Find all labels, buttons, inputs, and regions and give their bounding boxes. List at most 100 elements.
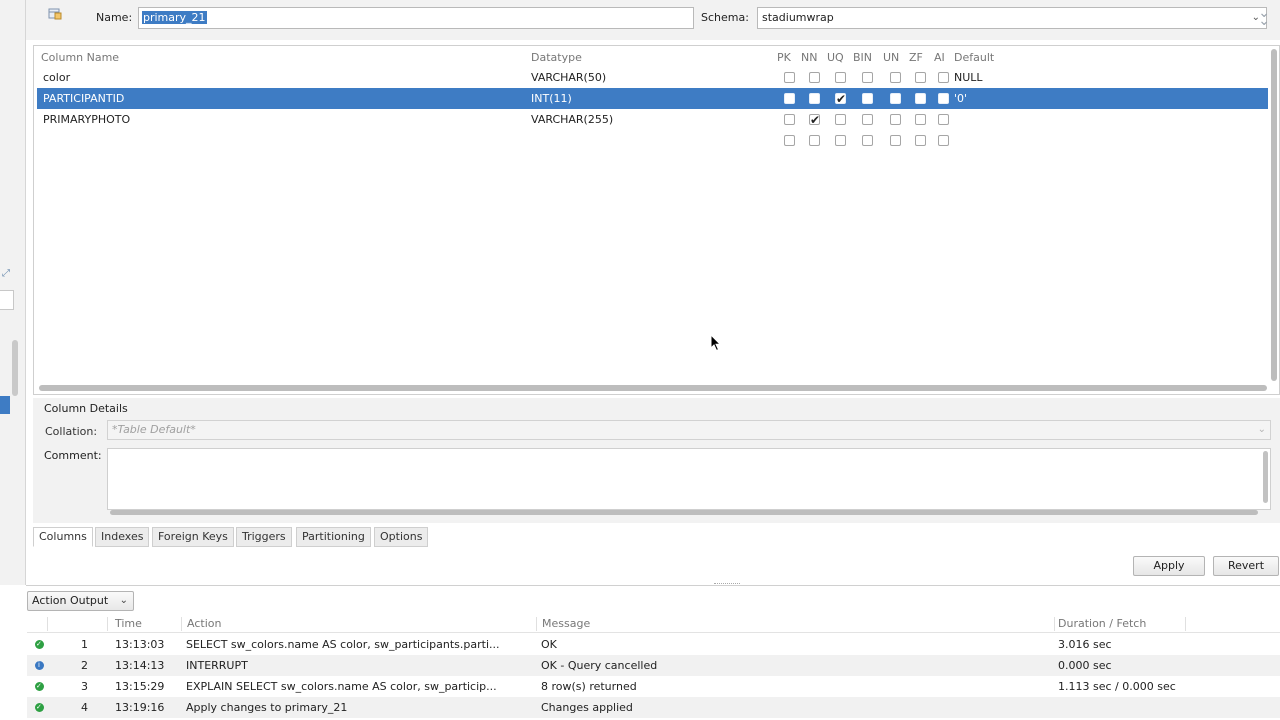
uq-checkbox[interactable] <box>835 135 846 146</box>
pk-checkbox[interactable] <box>784 114 795 125</box>
nn-checkbox[interactable] <box>809 110 820 131</box>
columns-grid-header: Column Name Datatype PK NN UQ BIN UN ZF … <box>34 46 1279 68</box>
column-name-cell[interactable]: color <box>43 67 70 88</box>
sidebar-scrollbar[interactable] <box>12 340 18 396</box>
time-cell: 13:13:03 <box>115 638 165 651</box>
table-row[interactable]: PARTICIPANTID INT(11) '0' <box>37 88 1268 110</box>
collation-select[interactable]: *Table Default* ⌄ <box>107 420 1271 440</box>
output-row[interactable]: 1 13:13:03 SELECT sw_colors.name AS color,… <box>27 634 1280 655</box>
header-default[interactable]: Default <box>954 51 994 64</box>
tab-indexes[interactable]: Indexes <box>95 527 150 547</box>
table-row[interactable] <box>37 130 1268 151</box>
pk-checkbox[interactable] <box>784 93 795 104</box>
message-cell: 8 row(s) returned <box>541 680 637 693</box>
header-action[interactable]: Action <box>187 617 221 630</box>
zf-checkbox[interactable] <box>915 93 926 104</box>
comment-label: Comment: <box>44 449 102 462</box>
column-name-cell[interactable]: PRIMARYPHOTO <box>43 109 130 130</box>
output-row[interactable]: 2 13:14:13 INTERRUPT OK - Query cancelled 0.… <box>27 655 1280 676</box>
tab-triggers[interactable]: Triggers <box>236 527 292 547</box>
zf-checkbox[interactable] <box>915 114 926 125</box>
action-cell: SELECT sw_colors.name AS color, sw_parti… <box>186 638 500 651</box>
column-separator <box>47 617 48 631</box>
pk-checkbox[interactable] <box>784 135 795 146</box>
uq-checkbox[interactable] <box>835 89 846 110</box>
header-pk[interactable]: PK <box>777 51 791 64</box>
header-un[interactable]: UN <box>883 51 899 64</box>
row-number: 4 <box>81 701 88 714</box>
details-horizontal-scrollbar[interactable] <box>110 510 1258 515</box>
pk-checkbox[interactable] <box>784 72 795 83</box>
zf-checkbox[interactable] <box>915 72 926 83</box>
header-message[interactable]: Message <box>542 617 590 630</box>
name-label: Name: <box>96 11 133 24</box>
tab-columns[interactable]: Columns <box>33 527 93 547</box>
tab-options[interactable]: Options <box>374 527 429 547</box>
table-row[interactable]: color VARCHAR(50) NULL <box>37 67 1268 88</box>
bin-checkbox[interactable] <box>862 135 873 146</box>
comment-textarea[interactable] <box>107 448 1271 510</box>
uq-checkbox[interactable] <box>835 114 846 125</box>
uq-checkbox[interactable] <box>835 72 846 83</box>
grid-horizontal-scrollbar[interactable] <box>39 385 1267 391</box>
nn-checkbox[interactable] <box>809 93 820 104</box>
header-uq[interactable]: UQ <box>827 51 844 64</box>
header-zf[interactable]: ZF <box>909 51 923 64</box>
column-details-panel: Column Details Collation: *Table Default… <box>33 398 1280 523</box>
action-cell: INTERRUPT <box>186 659 248 672</box>
column-name-cell[interactable]: PARTICIPANTID <box>43 88 124 109</box>
splitter-grip[interactable] <box>714 583 740 586</box>
bin-checkbox[interactable] <box>862 93 873 104</box>
left-sidebar-strip: ⤢ <box>0 0 26 585</box>
tab-partitioning[interactable]: Partitioning <box>296 527 371 547</box>
grid-vertical-scrollbar[interactable] <box>1271 49 1277 381</box>
output-header: Time Action Message Duration / Fetch <box>27 615 1280 633</box>
ai-checkbox[interactable] <box>938 114 949 125</box>
double-chevron-down-icon[interactable]: ⌄ ⌄ <box>1258 6 1270 28</box>
bin-checkbox[interactable] <box>862 72 873 83</box>
header-nn[interactable]: NN <box>801 51 817 64</box>
un-checkbox[interactable] <box>890 135 901 146</box>
column-separator <box>1185 617 1186 631</box>
datatype-cell[interactable]: VARCHAR(255) <box>531 109 613 130</box>
header-ai[interactable]: AI <box>934 51 945 64</box>
time-cell: 13:15:29 <box>115 680 165 693</box>
un-checkbox[interactable] <box>890 93 901 104</box>
sidebar-input-stub[interactable] <box>0 290 14 310</box>
datatype-cell[interactable]: INT(11) <box>531 88 572 109</box>
column-separator <box>536 617 537 631</box>
ai-checkbox[interactable] <box>938 135 949 146</box>
tab-foreign-keys[interactable]: Foreign Keys <box>152 527 234 547</box>
zf-checkbox[interactable] <box>915 135 926 146</box>
table-row[interactable]: PRIMARYPHOTO VARCHAR(255) <box>37 109 1268 131</box>
un-checkbox[interactable] <box>890 114 901 125</box>
expand-icon[interactable]: ⤢ <box>2 268 10 279</box>
header-duration[interactable]: Duration / Fetch <box>1058 617 1146 630</box>
table-name-input[interactable]: primary_21 <box>138 7 694 29</box>
column-details-title: Column Details <box>44 402 128 415</box>
schema-select[interactable]: stadiumwrap ⌄ <box>757 7 1267 29</box>
bin-checkbox[interactable] <box>862 114 873 125</box>
panel-divider[interactable] <box>26 585 1280 586</box>
collation-label: Collation: <box>45 425 98 438</box>
header-time[interactable]: Time <box>115 617 142 630</box>
revert-button[interactable]: Revert <box>1213 556 1279 576</box>
ai-checkbox[interactable] <box>938 72 949 83</box>
comment-scrollbar[interactable] <box>1263 451 1268 503</box>
ai-checkbox[interactable] <box>938 93 949 104</box>
nn-checkbox[interactable] <box>809 135 820 146</box>
header-column-name[interactable]: Column Name <box>41 51 119 64</box>
header-bin[interactable]: BIN <box>853 51 872 64</box>
apply-button[interactable]: Apply <box>1133 556 1205 576</box>
un-checkbox[interactable] <box>890 72 901 83</box>
output-row[interactable]: 4 13:19:16 Apply changes to primary_21 Chan… <box>27 697 1280 718</box>
output-type-select[interactable]: Action Output ⌄ <box>27 591 134 611</box>
row-number: 2 <box>81 659 88 672</box>
nn-checkbox[interactable] <box>809 72 820 83</box>
columns-grid: Column Name Datatype PK NN UQ BIN UN ZF … <box>33 45 1280 395</box>
default-cell[interactable]: NULL <box>954 67 983 88</box>
output-row[interactable]: 3 13:15:29 EXPLAIN SELECT sw_colors.name A… <box>27 676 1280 697</box>
datatype-cell[interactable]: VARCHAR(50) <box>531 67 606 88</box>
default-cell[interactable]: '0' <box>954 88 967 109</box>
header-datatype[interactable]: Datatype <box>531 51 582 64</box>
